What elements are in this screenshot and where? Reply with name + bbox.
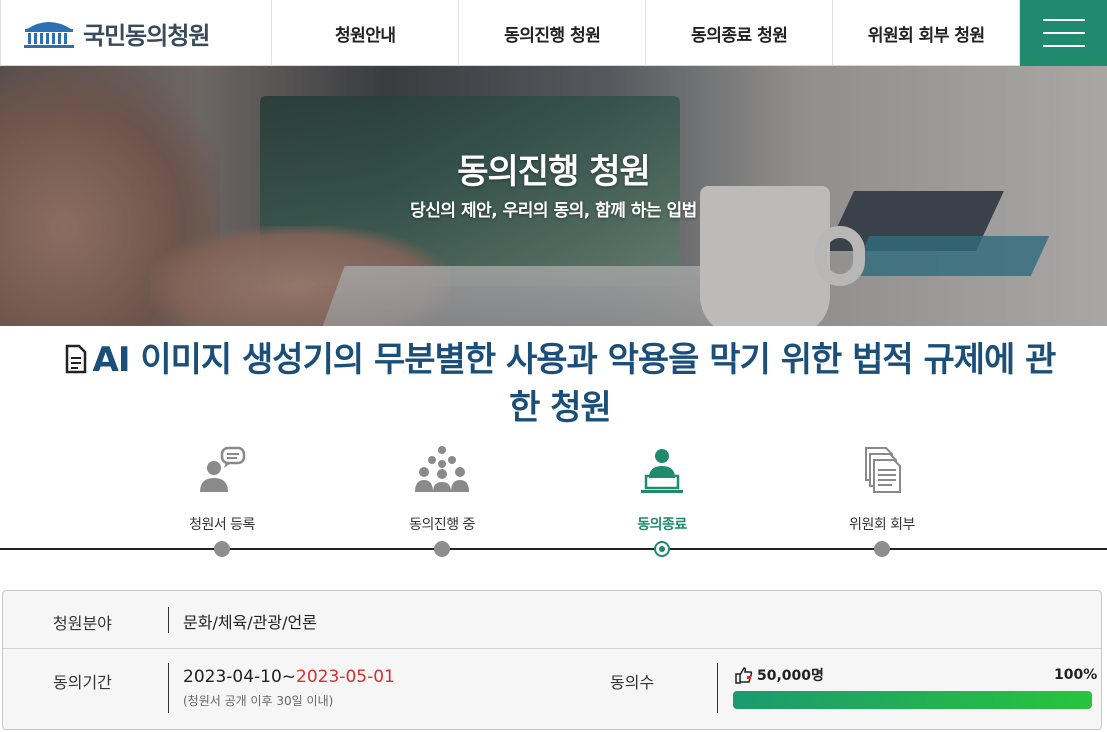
period-end: 2023-05-01 xyxy=(296,667,395,687)
agree-label: 동의수 xyxy=(610,673,655,692)
period-label: 동의기간 xyxy=(53,673,112,692)
step-ongoing-dot xyxy=(434,541,450,557)
nav-closed-petitions[interactable]: 동의종료 청원 xyxy=(646,0,834,66)
nav-committee-petitions[interactable]: 위원회 회부 청원 xyxy=(833,0,1021,66)
period-value: 2023-04-10~2023-05-01 xyxy=(183,667,395,687)
hero-subtitle: 당신의 제안, 우리의 동의, 함께 하는 입법 xyxy=(410,201,697,221)
info-row-field: 청원분야 문화/체육/관광/언론 xyxy=(3,591,1101,649)
step-ongoing-label: 동의진행 중 xyxy=(409,517,475,533)
field-label: 청원분야 xyxy=(53,614,112,633)
step-closed-label: 동의종료 xyxy=(637,517,687,533)
period-note: (청원서 공개 이후 30일 이내) xyxy=(183,694,334,708)
petition-title: AI 이미지 생성기의 무분별한 사용과 악용을 막기 위한 법적 규제에 관한… xyxy=(60,336,1060,432)
petition-info-box: 청원분야 문화/체육/관광/언론 동의기간 2023-04-10~2023-05… xyxy=(2,590,1102,730)
site-header: 국민동의청원 청원안내 동의진행 청원 동의종료 청원 위원회 회부 청원 xyxy=(0,0,1107,66)
documents-icon xyxy=(865,447,901,493)
steps-timeline xyxy=(0,548,1107,550)
step-committee: 위원회 회부 xyxy=(792,440,972,534)
national-assembly-icon xyxy=(24,22,74,48)
step-committee-dot xyxy=(874,541,890,557)
step-committee-label: 위원회 회부 xyxy=(849,517,915,533)
step-ongoing: 동의진행 중 xyxy=(352,440,532,534)
agree-count: 50,000명 xyxy=(735,665,824,685)
speech-person-icon xyxy=(200,446,246,492)
thumbs-up-icon xyxy=(735,667,753,684)
step-register-dot xyxy=(214,541,230,557)
step-closed: 동의종료 xyxy=(572,440,752,534)
hero-banner: 동의진행 청원 당신의 제안, 우리의 동의, 함께 하는 입법 xyxy=(0,66,1107,326)
agree-progress-bar xyxy=(733,691,1092,709)
nav-ongoing-petitions[interactable]: 동의진행 청원 xyxy=(459,0,647,66)
hero-title: 동의진행 청원 xyxy=(457,152,651,192)
petition-title-text: AI 이미지 생성기의 무분별한 사용과 악용을 막기 위한 법적 규제에 관한… xyxy=(92,340,1057,428)
step-closed-dot xyxy=(654,541,670,557)
site-logo[interactable]: 국민동의청원 xyxy=(0,0,273,66)
step-register-label: 청원서 등록 xyxy=(189,517,255,533)
main-nav: 청원안내 동의진행 청원 동의종료 청원 위원회 회부 청원 xyxy=(272,0,1021,66)
group-icon xyxy=(415,446,469,492)
nav-petition-guide[interactable]: 청원안내 xyxy=(272,0,460,66)
document-icon xyxy=(65,344,86,374)
hamburger-icon[interactable] xyxy=(1020,0,1107,66)
step-register: 청원서 등록 xyxy=(132,440,312,534)
logo-text: 국민동의청원 xyxy=(83,21,210,50)
agree-percent: 100% xyxy=(1054,667,1098,683)
field-value: 문화/체육/관광/언론 xyxy=(183,613,317,632)
presenter-icon xyxy=(641,449,683,493)
